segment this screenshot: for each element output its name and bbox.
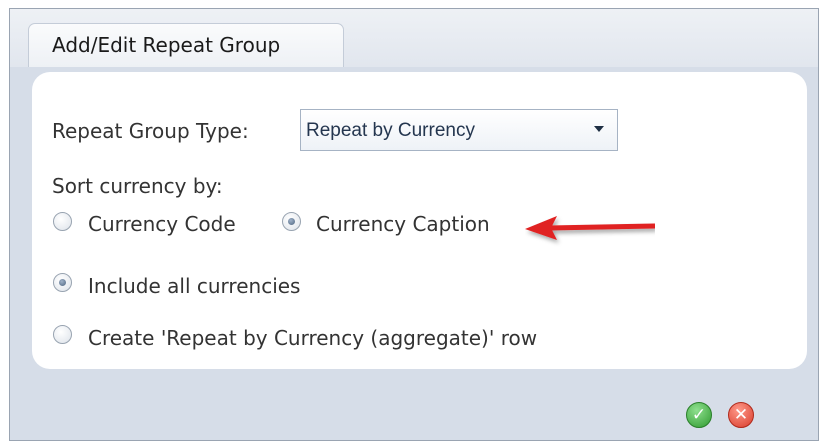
radio-currency-code-label[interactable]: Currency Code bbox=[88, 212, 236, 236]
radio-currency-caption-label[interactable]: Currency Caption bbox=[316, 212, 490, 236]
repeat-group-type-label: Repeat Group Type: bbox=[52, 119, 249, 143]
repeat-group-type-value: Repeat by Currency bbox=[306, 120, 475, 141]
radio-include-all-currencies[interactable] bbox=[53, 273, 72, 292]
radio-include-all-currencies-label[interactable]: Include all currencies bbox=[88, 274, 300, 298]
radio-currency-code[interactable] bbox=[53, 212, 72, 231]
cancel-button[interactable]: ✕ bbox=[728, 402, 754, 428]
radio-create-aggregate-row[interactable] bbox=[53, 325, 72, 344]
chevron-down-icon[interactable] bbox=[594, 126, 604, 132]
close-icon: ✕ bbox=[733, 404, 749, 425]
radio-create-aggregate-row-label[interactable]: Create 'Repeat by Currency (aggregate)' … bbox=[88, 326, 537, 350]
red-arrow-icon bbox=[525, 216, 655, 240]
check-icon: ✓ bbox=[691, 404, 707, 425]
dialog-title: Add/Edit Repeat Group bbox=[52, 33, 281, 57]
ok-button[interactable]: ✓ bbox=[686, 402, 712, 428]
repeat-group-dialog: Add/Edit Repeat Group Repeat Group Type:… bbox=[9, 8, 819, 441]
radio-currency-caption[interactable] bbox=[282, 212, 301, 231]
sort-currency-label: Sort currency by: bbox=[52, 174, 223, 198]
dialog-titlebar: Add/Edit Repeat Group bbox=[10, 9, 818, 67]
